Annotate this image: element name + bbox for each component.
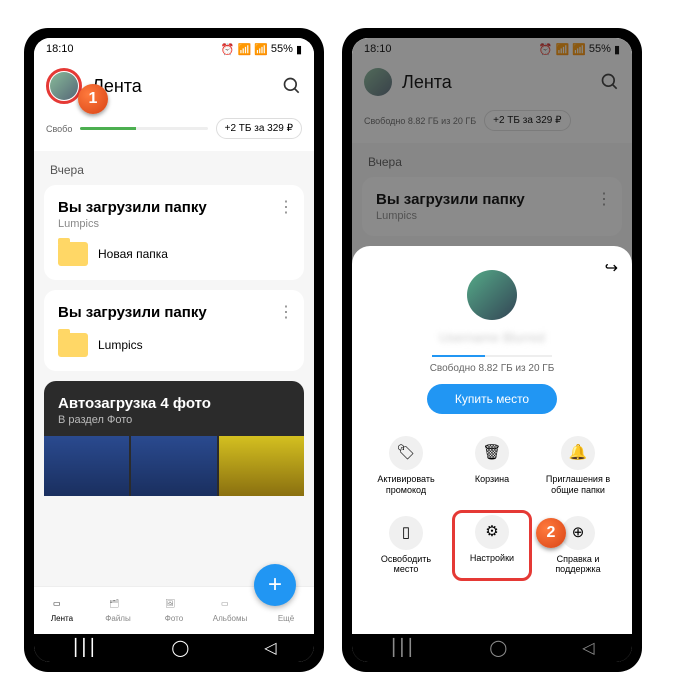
grid-settings[interactable]: ⚙Настройки [452, 510, 532, 582]
avatar-highlight [46, 68, 82, 104]
trash-icon: 🗑 [475, 436, 509, 470]
grid-promo[interactable]: 🏷Активировать промокод [366, 430, 446, 502]
grid-invites[interactable]: 🔔Приглашения в общие папки [538, 430, 618, 502]
android-navbar: ⎮⎮⎮ ◯ ◁ [34, 634, 314, 662]
card-title: Вы загрузили папку [58, 199, 290, 216]
sheet-grid: 🏷Активировать промокод 🗑Корзина 🔔Приглаш… [366, 430, 618, 581]
photo-thumb[interactable] [131, 436, 216, 496]
back-icon[interactable]: ◁ [264, 638, 276, 658]
account-sheet: ↪ Username Blurred Свободно 8.82 ГБ из 2… [352, 246, 632, 634]
phone-right: 18:10 ⏰ 📶 📶 55% ▮ Лента Свободно 8.82 ГБ… [342, 28, 642, 672]
feed-content: Вчера ⋮ Вы загрузили папку Lumpics Новая… [34, 151, 314, 586]
exit-icon[interactable]: ↪ [605, 258, 618, 278]
more-icon[interactable]: ⋮ [278, 197, 294, 217]
header: 1 Лента [34, 60, 314, 112]
recent-icon[interactable]: ⎮⎮⎮ [71, 638, 96, 658]
upload-card-1[interactable]: ⋮ Вы загрузили папку Lumpics Новая папка [44, 185, 304, 280]
tab-feed[interactable]: ▭Лента [34, 587, 90, 634]
folder-name: Lumpics [98, 338, 143, 352]
avatar[interactable] [50, 72, 78, 100]
folder-icon [58, 242, 88, 266]
screen-right: 18:10 ⏰ 📶 📶 55% ▮ Лента Свободно 8.82 ГБ… [352, 38, 632, 662]
sheet-username: Username Blurred [366, 330, 618, 345]
folder-row[interactable]: Lumpics [58, 333, 290, 357]
tab-photo[interactable]: 🖼Фото [146, 587, 202, 634]
page-title: Лента [92, 76, 272, 97]
photo-thumb[interactable] [44, 436, 129, 496]
folder-name: Новая папка [98, 247, 168, 261]
help-icon: ⊕ [561, 516, 595, 550]
time: 18:10 [46, 43, 74, 55]
gear-icon: ⚙ [475, 515, 509, 549]
storage-bar: Свобо +2 ТБ за 329 ₽ [34, 112, 314, 151]
callout-2: 2 [536, 518, 566, 548]
fab-add[interactable]: + [254, 564, 296, 606]
statusbar: 18:10 ⏰ 📶 📶 55% ▮ [34, 38, 314, 60]
photo-thumb[interactable] [219, 436, 304, 496]
grid-free-space[interactable]: ▯Освободить место [366, 510, 446, 582]
card-sub: В раздел Фото [58, 414, 290, 426]
upload-card-2[interactable]: ⋮ Вы загрузили папку Lumpics [44, 290, 304, 371]
buy-storage-button[interactable]: Купить место [427, 384, 557, 414]
grid-trash[interactable]: 🗑Корзина [452, 430, 532, 502]
tab-albums[interactable]: ▭Альбомы [202, 587, 258, 634]
phone-left: 18:10 ⏰ 📶 📶 55% ▮ 1 Лента Свобо +2 ТБ за… [24, 28, 324, 672]
folder-icon [58, 333, 88, 357]
autoload-card[interactable]: Автозагрузка 4 фото В раздел Фото [44, 381, 304, 496]
status-icons: ⏰ 📶 📶 55% ▮ [221, 43, 302, 56]
tag-icon: 🏷 [389, 436, 423, 470]
more-icon[interactable]: ⋮ [278, 302, 294, 322]
sheet-progress [432, 355, 552, 357]
callout-1: 1 [78, 84, 108, 114]
card-title: Вы загрузили папку [58, 304, 290, 321]
tab-files[interactable]: 🗂Файлы [90, 587, 146, 634]
storage-progress [80, 127, 207, 130]
card-title: Автозагрузка 4 фото [58, 395, 290, 412]
promo-button[interactable]: +2 ТБ за 329 ₽ [216, 118, 302, 139]
storage-text: Свобо [46, 124, 72, 134]
phone-icon: ▯ [389, 516, 423, 550]
search-icon[interactable] [282, 76, 302, 96]
photo-thumbs [44, 436, 304, 496]
section-label: Вчера [44, 159, 304, 185]
screen-left: 18:10 ⏰ 📶 📶 55% ▮ 1 Лента Свобо +2 ТБ за… [34, 38, 314, 662]
folder-row[interactable]: Новая папка [58, 242, 290, 266]
sheet-storage-text: Свободно 8.82 ГБ из 20 ГБ [366, 363, 618, 374]
sheet-avatar[interactable] [465, 268, 519, 322]
home-icon[interactable]: ◯ [171, 638, 189, 658]
card-sub: Lumpics [58, 218, 290, 230]
bell-icon: 🔔 [561, 436, 595, 470]
